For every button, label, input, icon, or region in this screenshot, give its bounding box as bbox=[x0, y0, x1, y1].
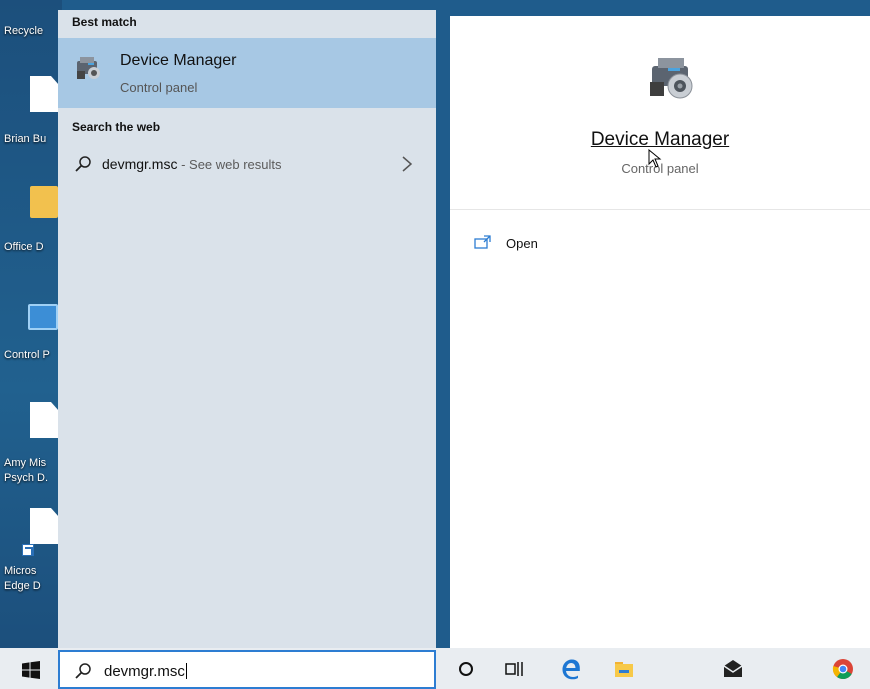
preview-title-text: Device Manager bbox=[590, 129, 730, 150]
web-search-item[interactable]: devmgr.msc - See web results bbox=[58, 148, 436, 182]
folder-icon bbox=[30, 186, 58, 218]
web-query-text: devmgr.msc - See web results bbox=[102, 156, 282, 172]
best-match-item[interactable]: Device Manager Control panel bbox=[58, 38, 436, 108]
mail-icon[interactable] bbox=[722, 658, 744, 680]
edge-icon[interactable] bbox=[560, 658, 582, 680]
desktop-item-label: Control P bbox=[4, 349, 50, 361]
cortana-icon[interactable] bbox=[455, 658, 477, 680]
desktop-item-label: Edge D bbox=[4, 580, 41, 592]
best-match-header: Best match bbox=[72, 15, 137, 29]
task-view-icon[interactable] bbox=[503, 658, 525, 680]
desktop-item-label: Psych D. bbox=[4, 472, 49, 484]
desktop-item-brian[interactable]: Brian Bu bbox=[0, 76, 62, 151]
desktop-item-recycle-bin[interactable]: Recycle bbox=[0, 0, 62, 50]
search-results-pane: Best match Device Manager Control panel … bbox=[58, 10, 436, 648]
file-explorer-icon[interactable] bbox=[613, 658, 635, 680]
search-value: devmgr.msc bbox=[104, 663, 185, 680]
web-query: devmgr.msc bbox=[102, 156, 178, 172]
document-icon bbox=[30, 76, 58, 112]
web-query-suffix: - See web results bbox=[177, 157, 282, 172]
device-manager-icon bbox=[77, 57, 100, 79]
text-caret bbox=[185, 663, 187, 679]
search-icon bbox=[75, 156, 91, 172]
document-icon bbox=[30, 402, 58, 438]
desktop-item-amy[interactable]: Amy Mis Psych D. bbox=[0, 402, 62, 492]
shortcut-arrow-icon bbox=[22, 544, 34, 556]
open-action-label: Open bbox=[506, 236, 538, 251]
control-panel-icon bbox=[28, 304, 58, 330]
taskbar-search-box[interactable]: devmgr.msc bbox=[58, 650, 436, 689]
document-icon bbox=[30, 508, 58, 544]
desktop-item-label: Brian Bu bbox=[4, 133, 47, 145]
best-match-title: Device Manager bbox=[120, 52, 237, 69]
preview-title[interactable]: Device Manager bbox=[450, 129, 870, 151]
open-icon bbox=[474, 235, 491, 249]
desktop-item-office[interactable]: Office D bbox=[0, 186, 62, 261]
preview-hero: Device Manager Control panel bbox=[450, 16, 870, 210]
taskbar: devmgr.msc bbox=[0, 648, 870, 689]
web-header: Search the web bbox=[72, 120, 161, 134]
desktop-item-label: Recycle bbox=[4, 25, 44, 37]
desktop: Recycle Brian Bu Office D Control P Amy … bbox=[0, 0, 62, 648]
preview-pane: Device Manager Control panel Open bbox=[450, 16, 870, 648]
chevron-right-icon[interactable] bbox=[400, 154, 414, 174]
desktop-item-control-panel[interactable]: Control P bbox=[0, 300, 62, 370]
mouse-cursor-icon bbox=[648, 149, 662, 168]
device-manager-icon bbox=[650, 58, 693, 99]
taskbar-search-input[interactable]: devmgr.msc bbox=[104, 663, 187, 680]
search-icon bbox=[75, 663, 91, 679]
start-icon[interactable] bbox=[22, 661, 40, 679]
desktop-item-label: Office D bbox=[4, 241, 44, 253]
desktop-item-label: Micros bbox=[4, 565, 37, 577]
desktop-item-edge[interactable]: Micros Edge D bbox=[0, 508, 62, 598]
chrome-icon[interactable] bbox=[832, 658, 854, 680]
desktop-item-label: Amy Mis bbox=[4, 457, 47, 469]
best-match-subtitle: Control panel bbox=[120, 80, 198, 95]
